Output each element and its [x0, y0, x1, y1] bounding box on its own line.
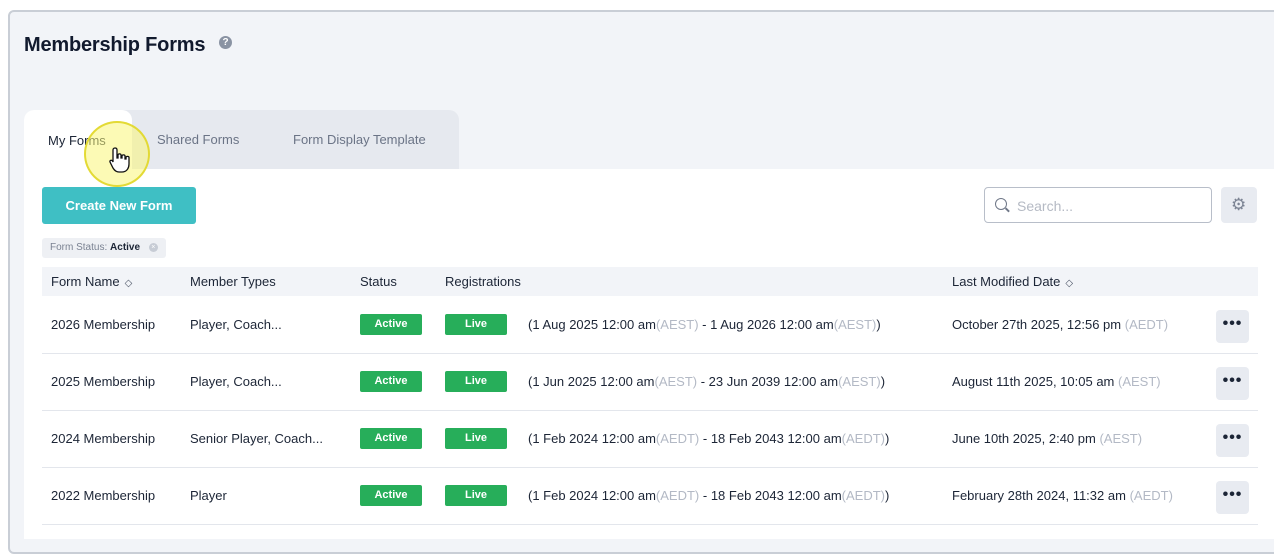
period-start: (1 Feb 2024 12:00 am: [528, 431, 656, 446]
form-name[interactable]: 2024 Membership: [51, 431, 155, 446]
period-end: 23 Jun 2039 12:00 am: [708, 374, 839, 389]
filter-chip-form-status[interactable]: Form Status: Active ×: [42, 238, 166, 258]
period-separator: -: [698, 317, 711, 332]
registration-badge: Live: [445, 371, 507, 392]
modified-date: February 28th 2024, 11:32 am: [952, 488, 1126, 503]
modified-timezone: (AEDT): [1129, 488, 1173, 503]
filter-label: Form Status:: [50, 242, 108, 253]
period-end: 1 Aug 2026 12:00 am: [710, 317, 834, 332]
tab-form-display-template[interactable]: Form Display Template: [293, 132, 426, 147]
help-icon[interactable]: ?: [219, 36, 232, 49]
last-modified: June 10th 2025, 2:40 pm (AEST): [952, 431, 1142, 446]
table-row[interactable]: 2026 Membership Player, Coach... Active Liv…: [42, 296, 1258, 354]
column-header-member-types: Member Types: [190, 274, 276, 289]
registration-badge: Live: [445, 428, 507, 449]
more-icon: •••: [1222, 429, 1243, 446]
sort-icon: ◇: [1065, 278, 1074, 289]
more-icon: •••: [1222, 372, 1243, 389]
registration-period: (1 Aug 2025 12:00 am(AEST) - 1 Aug 2026 …: [528, 317, 881, 332]
last-modified: February 28th 2024, 11:32 am (AEDT): [952, 488, 1173, 503]
period-close: ): [885, 431, 890, 446]
filter-value: Active: [110, 242, 141, 253]
modified-timezone: (AEDT): [1124, 317, 1169, 332]
column-header-form-name[interactable]: Form Name ◇: [51, 274, 132, 289]
period-separator: -: [697, 374, 709, 389]
status-badge: Active: [360, 428, 422, 449]
period-separator: -: [699, 488, 711, 503]
search-input[interactable]: [1015, 196, 1209, 216]
row-actions-button[interactable]: •••: [1216, 367, 1249, 400]
member-types: Player, Coach...: [190, 317, 282, 332]
status-badge: Active: [360, 485, 422, 506]
search-icon: [995, 198, 1007, 210]
last-modified: August 11th 2025, 10:05 am (AEST): [952, 374, 1161, 389]
registration-badge: Live: [445, 314, 507, 335]
tab-shared-forms[interactable]: Shared Forms: [157, 132, 239, 147]
period-end-timezone: (AEST): [838, 374, 881, 389]
table-row[interactable]: 2024 Membership Senior Player, Coach... Ac…: [42, 410, 1258, 468]
table-row[interactable]: 2022 Membership Player Active Live (1 Feb 20…: [42, 467, 1258, 525]
search-box[interactable]: [984, 187, 1212, 223]
column-header-registrations: Registrations: [445, 274, 521, 289]
period-start-timezone: (AEDT): [655, 431, 700, 446]
column-label: Last Modified Date: [952, 274, 1061, 289]
form-name[interactable]: 2026 Membership: [51, 317, 155, 332]
table-settings-button[interactable]: ⚙: [1221, 187, 1257, 223]
table-header: Form Name ◇ Member Types Status Registrat…: [42, 267, 1258, 296]
modified-date: August 11th 2025, 10:05 am: [952, 374, 1115, 389]
member-types: Senior Player, Coach...: [190, 431, 323, 446]
period-close: ): [885, 488, 890, 503]
period-end-timezone: (AEDT): [841, 431, 885, 446]
create-new-form-button[interactable]: Create New Form: [42, 187, 196, 224]
row-actions-button[interactable]: •••: [1216, 481, 1249, 514]
column-label: Form Name: [51, 274, 120, 289]
hand-pointer-icon: [109, 147, 130, 173]
table-row[interactable]: 2025 Membership Player, Coach... Active Liv…: [42, 353, 1258, 411]
period-start: (1 Feb 2024 12:00 am: [528, 488, 656, 503]
registration-period: (1 Feb 2024 12:00 am(AEDT) - 18 Feb 2043…: [528, 488, 889, 503]
period-start-timezone: (AEDT): [655, 488, 700, 503]
column-header-status: Status: [360, 274, 397, 289]
period-end-timezone: (AEDT): [841, 488, 885, 503]
modified-date: June 10th 2025, 2:40 pm: [952, 431, 1096, 446]
period-end-timezone: (AEST): [833, 317, 877, 332]
modified-date: October 27th 2025, 12:56 pm: [952, 317, 1122, 332]
close-icon[interactable]: ×: [148, 242, 158, 252]
period-close: ): [880, 374, 886, 389]
period-separator: -: [699, 431, 711, 446]
row-actions-button[interactable]: •••: [1216, 424, 1249, 457]
registration-badge: Live: [445, 485, 507, 506]
page-title: Membership Forms: [24, 34, 206, 56]
more-icon: •••: [1222, 486, 1243, 503]
period-start: (1 Jun 2025 12:00 am: [528, 374, 655, 389]
status-badge: Active: [360, 314, 422, 335]
form-name[interactable]: 2022 Membership: [51, 488, 155, 503]
member-types: Player, Coach...: [190, 374, 282, 389]
more-icon: •••: [1222, 315, 1243, 332]
modified-timezone: (AEST): [1099, 431, 1143, 446]
sort-icon: ◇: [124, 278, 133, 289]
period-end: 18 Feb 2043 12:00 am: [710, 488, 842, 503]
period-start-timezone: (AEST): [654, 374, 698, 389]
modified-timezone: (AEST): [1118, 374, 1161, 389]
registration-period: (1 Jun 2025 12:00 am(AEST) - 23 Jun 2039…: [528, 374, 885, 389]
period-end: 18 Feb 2043 12:00 am: [710, 431, 842, 446]
period-start-timezone: (AEST): [655, 317, 699, 332]
form-name[interactable]: 2025 Membership: [51, 374, 155, 389]
registration-period: (1 Feb 2024 12:00 am(AEDT) - 18 Feb 2043…: [528, 431, 889, 446]
status-badge: Active: [360, 371, 422, 392]
column-header-last-modified[interactable]: Last Modified Date ◇: [952, 274, 1073, 289]
period-start: (1 Aug 2025 12:00 am: [528, 317, 656, 332]
row-actions-button[interactable]: •••: [1216, 310, 1249, 343]
last-modified: October 27th 2025, 12:56 pm (AEDT): [952, 317, 1168, 332]
gear-icon: ⚙: [1231, 195, 1247, 214]
period-close: ): [876, 317, 881, 332]
member-types: Player: [190, 488, 227, 503]
